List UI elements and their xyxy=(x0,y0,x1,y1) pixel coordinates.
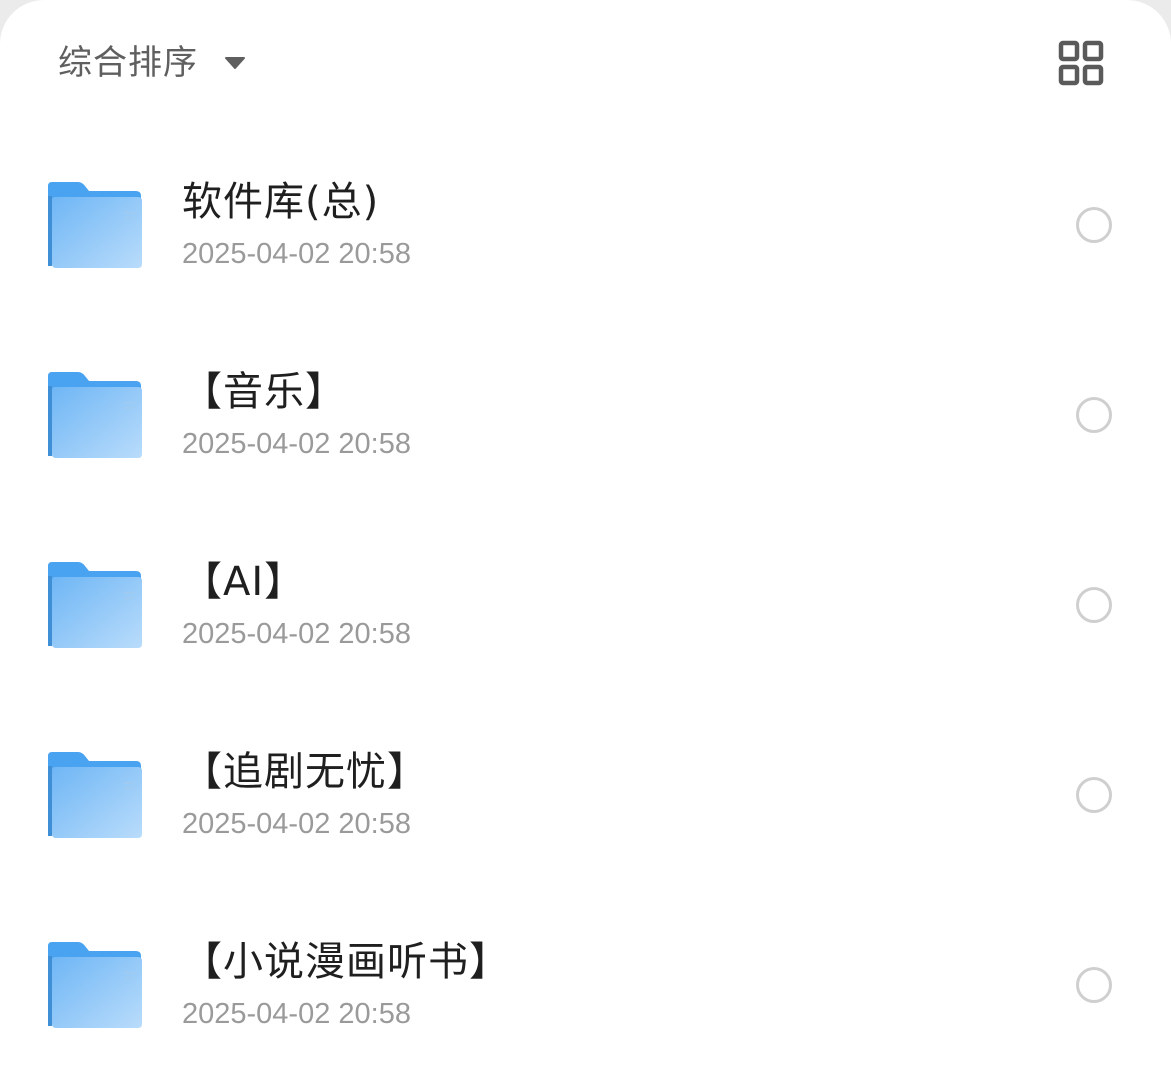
file-list: 软件库(总) 2025-04-02 20:58 【音乐】 2025-04-02 … xyxy=(0,130,1171,1080)
file-name: 【AI】 xyxy=(182,559,306,605)
sort-label: 综合排序 xyxy=(58,43,198,83)
file-name: 【音乐】 xyxy=(182,369,346,415)
file-row[interactable]: 【AI】 2025-04-02 20:58 xyxy=(0,510,1171,700)
toolbar: 综合排序 xyxy=(0,0,1171,125)
folder-icon xyxy=(48,942,142,1028)
folder-icon xyxy=(48,182,142,268)
file-date: 2025-04-02 20:58 xyxy=(182,428,411,460)
file-row[interactable]: 【音乐】 2025-04-02 20:58 xyxy=(0,320,1171,510)
file-name: 软件库(总) xyxy=(182,179,380,225)
folder-icon xyxy=(48,752,142,838)
select-radio-button[interactable] xyxy=(1076,967,1112,1003)
folder-icon xyxy=(48,562,142,648)
select-radio-button[interactable] xyxy=(1076,587,1112,623)
select-radio-button[interactable] xyxy=(1076,777,1112,813)
select-radio-button[interactable] xyxy=(1076,397,1112,433)
sort-dropdown[interactable]: 综合排序 xyxy=(58,38,246,88)
grid-view-icon[interactable] xyxy=(1052,34,1110,92)
file-date: 2025-04-02 20:58 xyxy=(182,618,411,650)
caret-down-icon xyxy=(225,57,245,69)
file-date: 2025-04-02 20:58 xyxy=(182,998,411,1030)
select-radio-button[interactable] xyxy=(1076,207,1112,243)
file-date: 2025-04-02 20:58 xyxy=(182,238,411,270)
file-browser-panel: 综合排序 软件库(总) 2025-04-02 20:58 【音乐】 2025-0… xyxy=(0,0,1171,1080)
folder-icon xyxy=(48,372,142,458)
file-row[interactable]: 软件库(总) 2025-04-02 20:58 xyxy=(0,130,1171,320)
file-name: 【小说漫画听书】 xyxy=(182,939,510,985)
file-row[interactable]: 【小说漫画听书】 2025-04-02 20:58 xyxy=(0,890,1171,1080)
file-date: 2025-04-02 20:58 xyxy=(182,808,411,840)
file-row[interactable]: 【追剧无忧】 2025-04-02 20:58 xyxy=(0,700,1171,890)
file-name: 【追剧无忧】 xyxy=(182,749,428,795)
